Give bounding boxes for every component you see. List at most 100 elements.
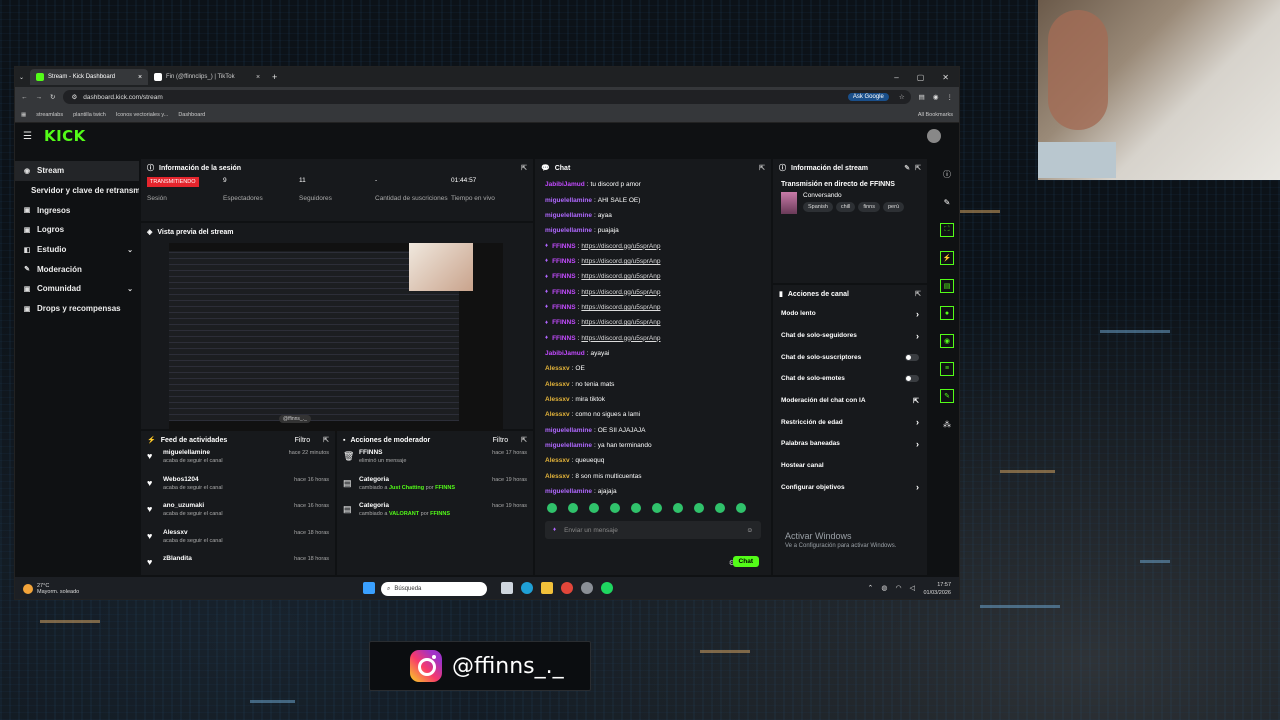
task-view-icon[interactable]: [501, 582, 513, 594]
chat-username[interactable]: miguelellamine: [545, 227, 592, 234]
edit-icon[interactable]: ✎: [904, 164, 910, 172]
user-avatar[interactable]: [927, 129, 941, 143]
tab-tiktok[interactable]: Fin (@ffinnclips_) | TikTok ×: [148, 69, 266, 85]
bookmark-item[interactable]: Iconos vectoriales y...: [116, 112, 168, 118]
channel-action-item[interactable]: Palabras baneadas ›: [773, 433, 927, 455]
emote-icon[interactable]: [652, 503, 662, 514]
wifi-icon[interactable]: ◠: [896, 584, 902, 592]
chat-username[interactable]: JabibiJamud: [545, 181, 585, 188]
channel-action-item[interactable]: Configurar objetivos ›: [773, 477, 927, 499]
popout-icon[interactable]: ⇱: [323, 436, 329, 444]
chat-link[interactable]: https://discord.gg/u5sprAnp: [581, 273, 660, 280]
chat-link[interactable]: https://discord.gg/u5sprAnp: [581, 243, 660, 250]
emote-icon[interactable]: [610, 503, 620, 514]
emote-icon[interactable]: [547, 503, 557, 514]
popout-icon[interactable]: ⇱: [915, 290, 921, 298]
menu-dots-icon[interactable]: ⋮: [947, 93, 954, 101]
tab-kick-dashboard[interactable]: Stream - Kick Dashboard ×: [30, 69, 149, 85]
chat-username[interactable]: FFINNS: [552, 304, 575, 311]
volume-icon[interactable]: ◁: [910, 584, 915, 592]
chat-input[interactable]: ♦ Enviar un mensaje ☺: [545, 521, 761, 540]
settings-icon[interactable]: [581, 582, 593, 594]
tab-search-icon[interactable]: ⌄: [19, 74, 24, 81]
channel-action-item[interactable]: Modo lento ›: [773, 303, 927, 325]
emote-icon[interactable]: [631, 503, 641, 514]
channel-action-item[interactable]: Chat de solo-seguidores ›: [773, 325, 927, 347]
bookmark-star-icon[interactable]: ☆: [899, 93, 905, 101]
stream-preview-video[interactable]: @ffinns_._: [169, 243, 503, 433]
chat-username[interactable]: miguelellamine: [545, 442, 592, 449]
chat-username[interactable]: miguelellamine: [545, 488, 592, 495]
close-window-icon[interactable]: ✕: [942, 73, 949, 82]
chat-username[interactable]: FFINNS: [552, 243, 575, 250]
chat-username[interactable]: FFINNS: [552, 273, 575, 280]
ask-google-button[interactable]: Ask Google: [847, 93, 889, 101]
rail-edit-icon[interactable]: ✎: [935, 189, 959, 217]
rail-list-icon[interactable]: ≡: [935, 355, 959, 383]
rail-bolt-icon[interactable]: ⚡: [935, 244, 959, 272]
chat-link[interactable]: https://discord.gg/u5sprAnp: [581, 289, 660, 296]
minimize-icon[interactable]: –: [894, 73, 898, 82]
sidebar-item-comunidad[interactable]: ▣ Comunidad ⌄: [15, 279, 139, 299]
tray-chevron-icon[interactable]: ⌃: [868, 584, 874, 592]
spotify-icon[interactable]: [601, 582, 613, 594]
sidebar-item-logros[interactable]: ▣ Logros: [15, 220, 139, 240]
extensions-icon[interactable]: ▤: [919, 93, 925, 101]
chat-link[interactable]: https://discord.gg/u5sprAnp: [581, 258, 660, 265]
chat-link[interactable]: https://discord.gg/u5sprAnp: [581, 335, 660, 342]
popout-icon[interactable]: ⇱: [759, 164, 765, 172]
channel-action-item[interactable]: Chat de solo-emotes: [773, 368, 927, 390]
chat-username[interactable]: FFINNS: [552, 289, 575, 296]
emoji-icon[interactable]: ☺: [746, 527, 753, 534]
channel-action-item[interactable]: Moderación del chat con IA ⇱: [773, 390, 927, 412]
chrome-icon[interactable]: [561, 582, 573, 594]
chat-username[interactable]: miguelellamine: [545, 197, 592, 204]
filter-button[interactable]: Filtro: [493, 437, 509, 444]
sidebar-item-moderacion[interactable]: ✎ Moderación: [15, 259, 139, 279]
close-tab-icon[interactable]: ×: [138, 74, 142, 81]
chat-username[interactable]: Alessxv: [545, 381, 570, 388]
chat-username[interactable]: Alessxv: [545, 457, 570, 464]
chat-link[interactable]: https://discord.gg/u5sprAnp: [581, 304, 660, 311]
chat-username[interactable]: Alessxv: [545, 411, 570, 418]
mic-icon[interactable]: ◍: [881, 584, 887, 592]
site-info-icon[interactable]: ⚙: [71, 93, 77, 101]
bookmark-item[interactable]: plantilla twich: [73, 112, 106, 118]
toggle-switch[interactable]: [905, 353, 919, 361]
close-tab-icon[interactable]: ×: [256, 74, 260, 81]
new-tab-button[interactable]: +: [272, 72, 277, 82]
url-input[interactable]: ⚙ dashboard.kick.com/stream Ask Google ☆: [63, 90, 911, 104]
rail-expand-icon[interactable]: ⛶: [935, 216, 959, 244]
sidebar-item-ingresos[interactable]: ▣ Ingresos: [15, 200, 139, 220]
chat-username[interactable]: Alessxv: [545, 365, 570, 372]
maximize-icon[interactable]: ▢: [917, 73, 925, 82]
apps-grid-icon[interactable]: ▦: [21, 112, 26, 118]
bookmark-item[interactable]: streamlabs: [36, 112, 63, 118]
chat-username[interactable]: JabibiJamud: [545, 350, 585, 357]
emote-icon[interactable]: [568, 503, 578, 514]
windows-start-icon[interactable]: [363, 582, 375, 594]
chat-username[interactable]: FFINNS: [552, 319, 575, 326]
reload-icon[interactable]: ↻: [50, 93, 55, 101]
chat-username[interactable]: miguelellamine: [545, 427, 592, 434]
emote-icon[interactable]: [694, 503, 704, 514]
hamburger-menu-icon[interactable]: ☰: [23, 131, 32, 142]
chat-username[interactable]: FFINNS: [552, 335, 575, 342]
edge-icon[interactable]: [521, 582, 533, 594]
chat-username[interactable]: Alessxv: [545, 396, 570, 403]
chat-username[interactable]: FFINNS: [552, 258, 575, 265]
chat-username[interactable]: Alessxv: [545, 473, 570, 480]
emote-icon[interactable]: [715, 503, 725, 514]
sidebar-item-server-key[interactable]: Servidor y clave de retransmisión: [15, 181, 139, 201]
sidebar-item-drops[interactable]: ▣ Drops y recompensas: [15, 299, 139, 319]
rail-broadcast-icon[interactable]: ◉: [935, 327, 959, 355]
popout-icon[interactable]: ⇱: [521, 436, 527, 444]
clock[interactable]: 17:57 01/03/2026: [923, 581, 951, 597]
rail-doc-icon[interactable]: ▤: [935, 272, 959, 300]
back-icon[interactable]: ←: [21, 94, 28, 101]
all-bookmarks-link[interactable]: All Bookmarks: [918, 112, 953, 118]
popout-icon[interactable]: ⇱: [521, 164, 527, 172]
send-chat-button[interactable]: Chat: [732, 556, 759, 567]
chat-link[interactable]: https://discord.gg/u5sprAnp: [581, 319, 660, 326]
kick-logo[interactable]: KICK: [44, 127, 86, 145]
